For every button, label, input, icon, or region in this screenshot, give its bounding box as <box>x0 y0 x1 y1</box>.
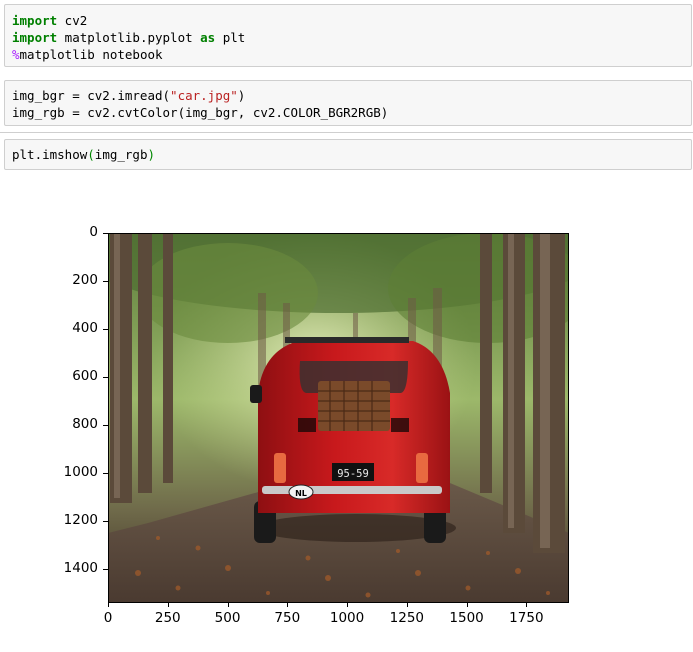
code-token: matplotlib notebook <box>19 47 163 62</box>
y-tick-label: 200 <box>72 271 98 288</box>
code-token: ) <box>147 147 156 162</box>
x-tick-mark <box>167 602 169 607</box>
code-token: import <box>12 30 58 45</box>
x-tick-label: 1250 <box>389 610 424 626</box>
x-tick-label: 500 <box>214 610 241 626</box>
code-line: img_rgb = cv2.cvtColor(img_bgr, cv2.COLO… <box>12 104 684 121</box>
axes-frame <box>108 233 569 603</box>
y-tick-mark <box>103 376 108 378</box>
x-tick-label: 1000 <box>329 610 365 626</box>
x-tick-mark <box>466 602 468 607</box>
x-tick-label: 750 <box>274 610 301 626</box>
x-tick-label: 0 <box>103 610 113 626</box>
x-tick-mark <box>227 602 229 607</box>
y-tick-label: 600 <box>72 367 98 384</box>
y-tick-mark <box>103 568 108 570</box>
code-token: % <box>12 47 20 62</box>
code-line: import matplotlib.pyplot as plt <box>12 29 684 46</box>
code-token: import <box>12 13 58 28</box>
code-token: "car.jpg" <box>170 88 238 103</box>
y-tick-mark <box>103 280 108 282</box>
code-token: img_bgr = cv2.imread( <box>12 88 171 103</box>
x-tick-mark <box>287 602 289 607</box>
code-line: plt.imshow(img_rgb) <box>12 146 684 163</box>
y-tick-label: 0 <box>89 224 98 240</box>
y-tick-label: 400 <box>72 319 98 336</box>
x-tick-label: 250 <box>154 610 181 626</box>
y-tick-label: 1000 <box>63 463 98 480</box>
code-cell-imshow[interactable]: plt.imshow(img_rgb) <box>4 139 692 170</box>
code-line: img_bgr = cv2.imread("car.jpg") <box>12 87 684 104</box>
x-tick-label: 1500 <box>449 610 484 626</box>
x-tick-mark <box>526 602 528 607</box>
output-plot: 95-59 NL 0 250 500 750 1000 1250 1500 1750 0 200 4… <box>0 180 693 652</box>
x-tick-mark <box>406 602 408 607</box>
y-tick-mark <box>103 520 108 522</box>
code-token: as <box>200 30 216 45</box>
code-cell-read-image[interactable]: img_bgr = cv2.imread("car.jpg") img_rgb =… <box>4 80 692 126</box>
y-tick-label: 800 <box>72 415 98 432</box>
y-tick-mark <box>103 424 108 426</box>
code-cell-imports[interactable]: import cv2 import matplotlib.pyplot as pl… <box>4 4 692 67</box>
y-tick-label: 1200 <box>63 511 98 528</box>
y-tick-mark <box>103 472 108 474</box>
code-token: matplotlib.pyplot <box>57 30 201 45</box>
code-token: cv2 <box>57 13 88 28</box>
y-tick-mark <box>103 233 108 234</box>
y-tick-mark <box>103 328 108 330</box>
code-token: ( <box>87 147 95 162</box>
code-token: img_rgb = cv2.cvtColor(img_bgr, cv2.COLO… <box>12 105 389 120</box>
x-tick-mark <box>347 602 349 607</box>
code-token: plt.imshow <box>12 147 88 162</box>
cell-separator <box>0 132 693 133</box>
code-token: ) <box>237 88 246 103</box>
x-tick-label: 1750 <box>509 610 544 626</box>
y-tick-label: 1400 <box>63 559 98 576</box>
code-line: %matplotlib notebook <box>12 46 684 63</box>
x-tick-mark <box>108 602 109 607</box>
code-token: img_rgb <box>94 147 148 162</box>
code-token: plt <box>215 30 246 45</box>
code-line: import cv2 <box>12 12 684 29</box>
